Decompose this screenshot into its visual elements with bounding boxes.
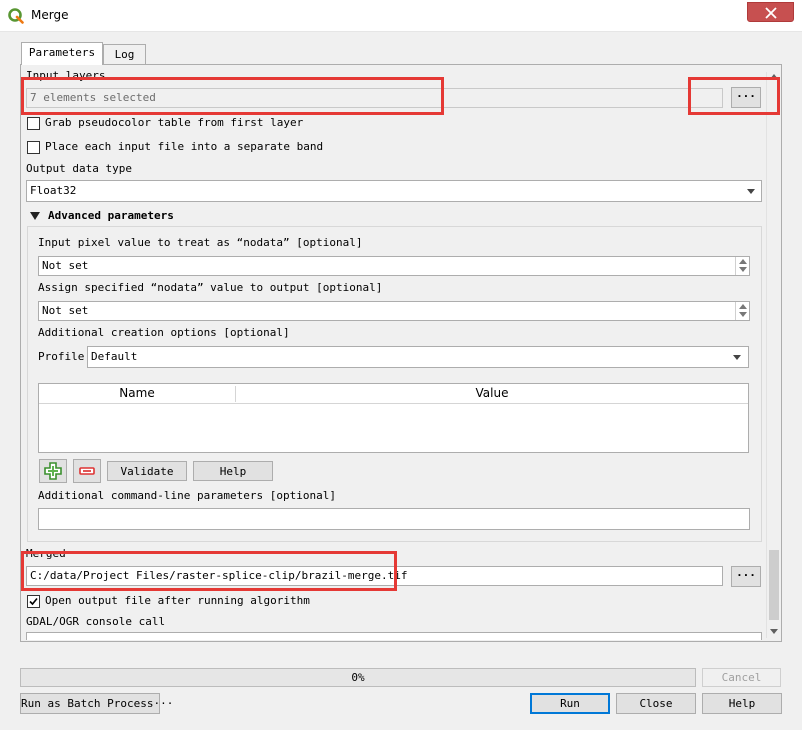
tab-log[interactable]: Log	[103, 44, 146, 64]
separate-band-label: Place each input file into a separate ba…	[45, 140, 324, 153]
chevron-down-icon	[747, 189, 755, 194]
plus-icon	[44, 462, 62, 480]
profile-value: Default	[91, 350, 138, 363]
open-output-label: Open output file after running algorithm	[45, 594, 310, 607]
qgis-logo-icon	[8, 8, 24, 24]
table-header: Name Value	[39, 384, 748, 404]
creation-options-table[interactable]: Name Value	[38, 383, 749, 453]
grab-pseudocolor-label: Grab pseudocolor table from first layer	[45, 116, 304, 129]
nodata-output-value: Not set	[42, 304, 89, 317]
spin-up-icon	[739, 304, 747, 309]
remove-row-button[interactable]	[73, 459, 101, 483]
window-close-button[interactable]	[747, 2, 794, 22]
profile-label: Profile	[38, 350, 85, 363]
collapse-triangle-icon[interactable]	[30, 212, 40, 220]
tab-parameters[interactable]: Parameters	[21, 42, 103, 65]
creation-options-label: Additional creation options [optional]	[38, 326, 290, 339]
cancel-button[interactable]: Cancel	[702, 668, 781, 687]
output-type-value: Float32	[30, 184, 77, 197]
output-type-label: Output data type	[26, 162, 132, 175]
highlight-merged-output	[21, 551, 397, 591]
minus-icon	[79, 467, 95, 475]
profile-select[interactable]: Default	[87, 346, 749, 368]
scroll-thumb[interactable]	[769, 550, 779, 620]
console-call-textarea[interactable]	[26, 632, 762, 640]
separate-band-checkbox[interactable]	[27, 141, 40, 154]
column-header-name[interactable]: Name	[39, 386, 235, 400]
spin-down-icon	[739, 312, 747, 317]
open-output-checkbox[interactable]	[27, 595, 40, 608]
spin-buttons[interactable]	[735, 257, 749, 275]
grab-pseudocolor-checkbox[interactable]	[27, 117, 40, 130]
close-button[interactable]: Close	[616, 693, 696, 714]
vertical-scrollbar[interactable]	[766, 72, 780, 638]
close-icon	[765, 7, 777, 19]
scroll-down-icon[interactable]	[770, 629, 778, 634]
window-title: Merge	[31, 8, 69, 22]
progress-bar: 0%	[20, 668, 696, 687]
nodata-output-spinbox[interactable]: Not set	[38, 301, 750, 321]
chevron-down-icon	[733, 355, 741, 360]
spin-buttons[interactable]	[735, 302, 749, 320]
nodata-input-spinbox[interactable]: Not set	[38, 256, 750, 276]
extra-params-input[interactable]	[38, 508, 750, 530]
highlight-input-layers	[21, 77, 444, 115]
checkmark-icon	[29, 597, 38, 606]
run-button[interactable]: Run	[530, 693, 610, 714]
advanced-parameters-title[interactable]: Advanced parameters	[48, 209, 174, 222]
console-call-label: GDAL/OGR console call	[26, 615, 166, 628]
nodata-input-value: Not set	[42, 259, 89, 272]
spin-down-icon	[739, 267, 747, 272]
merged-browse-button[interactable]: ···	[731, 566, 761, 587]
extra-params-label: Additional command-line parameters [opti…	[38, 489, 337, 502]
column-header-value[interactable]: Value	[236, 386, 748, 400]
title-bar: Merge	[0, 0, 802, 32]
add-row-button[interactable]	[39, 459, 67, 483]
nodata-input-label: Input pixel value to treat as “nodata” […	[38, 236, 363, 249]
help-table-button[interactable]: Help	[193, 461, 273, 481]
highlight-browse-button	[688, 77, 780, 115]
spin-up-icon	[739, 259, 747, 264]
validate-button[interactable]: Validate	[107, 461, 187, 481]
output-type-select[interactable]: Float32	[26, 180, 762, 202]
help-button[interactable]: Help	[702, 693, 782, 714]
progress-text: 0%	[351, 671, 365, 684]
nodata-output-label: Assign specified “nodata” value to outpu…	[38, 281, 383, 294]
batch-process-button[interactable]: Run as Batch Process···	[20, 693, 173, 714]
